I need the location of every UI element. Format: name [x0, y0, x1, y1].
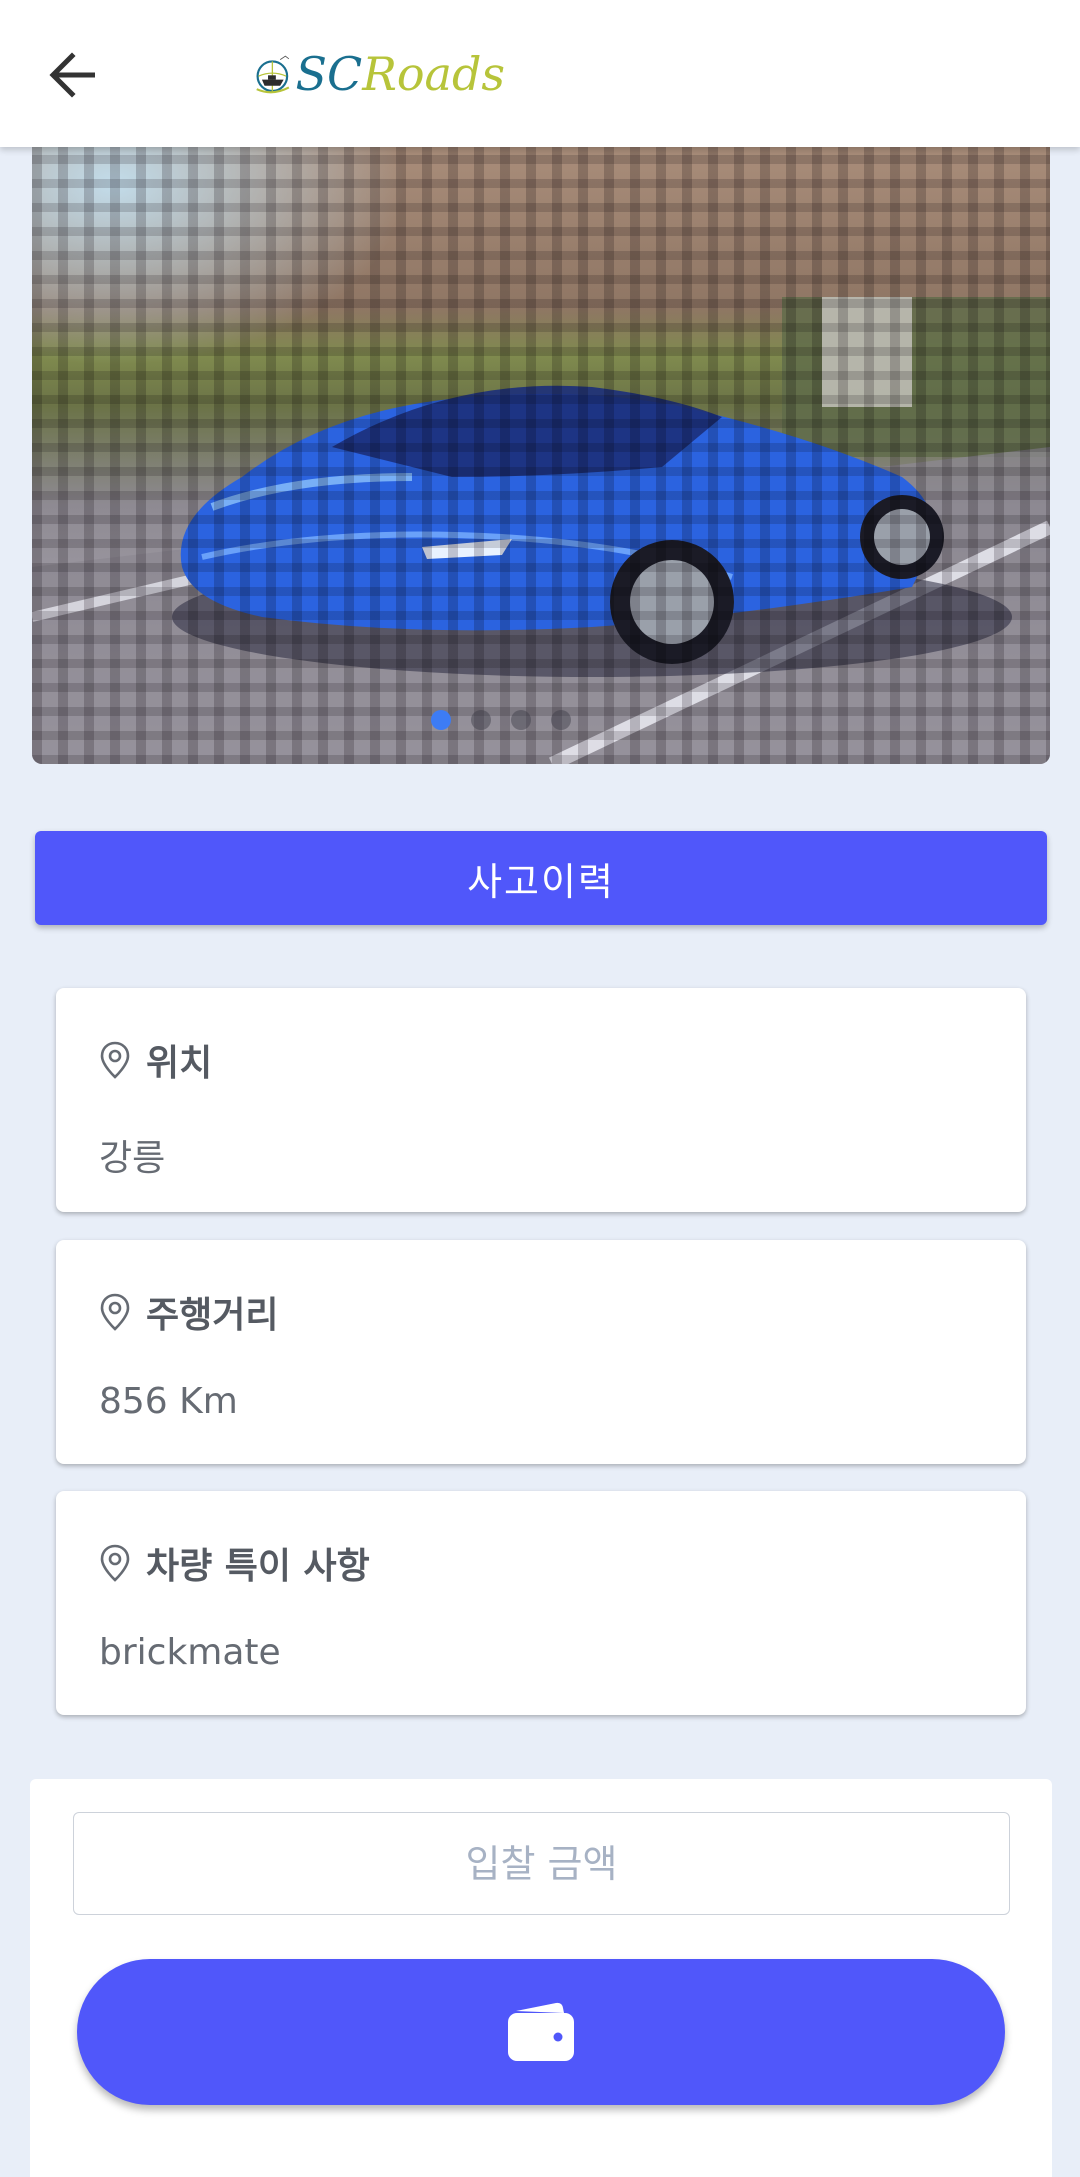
card-header: 주행거리	[100, 1286, 278, 1338]
location-pin-icon	[100, 1041, 130, 1079]
location-pin-icon	[100, 1293, 130, 1331]
location-pin-icon	[100, 1544, 130, 1582]
accident-history-button[interactable]: 사고이력	[35, 831, 1047, 925]
vehicle-notes-card: 차량 특이 사항 brickmate	[56, 1491, 1026, 1715]
card-header: 위치	[100, 1034, 212, 1086]
wallet-icon	[508, 2002, 574, 2061]
carousel-dot-4[interactable]	[551, 710, 571, 730]
bid-amount-input[interactable]	[73, 1812, 1010, 1915]
vehicle-photo-carousel[interactable]	[32, 147, 1050, 764]
back-button[interactable]	[38, 40, 108, 110]
card-title: 주행거리	[146, 1295, 279, 1336]
card-title: 차량 특이 사항	[146, 1546, 370, 1587]
card-header: 차량 특이 사항	[100, 1537, 370, 1589]
carousel-dot-1[interactable]	[431, 710, 451, 730]
location-card: 위치 강릉	[56, 988, 1026, 1212]
card-title: 위치	[146, 1043, 213, 1084]
globe-ship-logo-icon	[256, 55, 290, 94]
card-value: 강릉	[99, 1138, 166, 1179]
mileage-card: 주행거리 856 Km	[56, 1240, 1026, 1464]
logo-text-roads: Roads	[362, 47, 505, 101]
card-value: 856 Km	[99, 1381, 238, 1422]
bid-panel	[30, 1779, 1052, 2177]
carousel-dot-2[interactable]	[471, 710, 491, 730]
submit-bid-button[interactable]	[77, 1959, 1005, 2105]
carousel-indicator	[32, 710, 1010, 730]
arrow-left-icon	[49, 52, 95, 98]
logo-text: SCRoads	[295, 51, 505, 97]
app-bar: SCRoads	[0, 0, 1080, 147]
app-logo: SCRoads	[255, 22, 505, 126]
logo-text-sc: SC	[295, 47, 363, 101]
photo-texture	[32, 147, 1050, 764]
card-value: brickmate	[99, 1632, 281, 1673]
carousel-dot-3[interactable]	[511, 710, 531, 730]
